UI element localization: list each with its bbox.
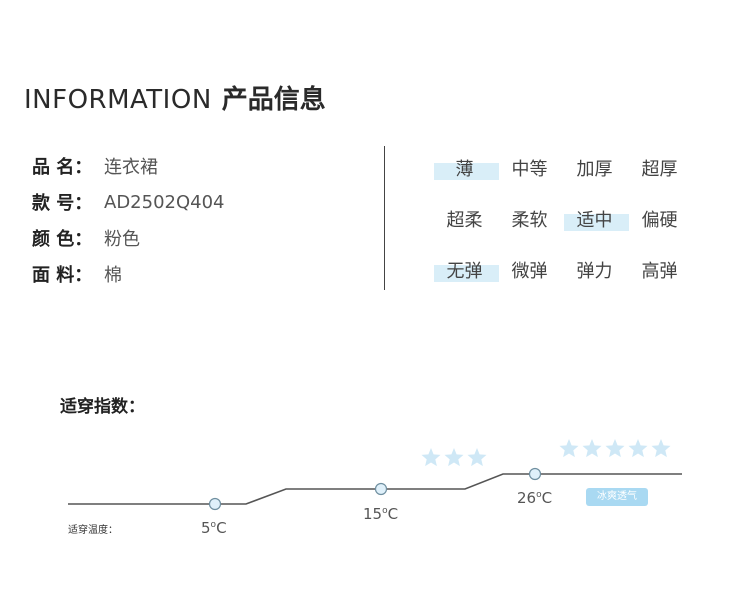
star-icon: [421, 448, 441, 467]
star-icon: [582, 439, 602, 458]
temperature-label: 适穿温度：: [68, 525, 118, 536]
temp-marker-15: [374, 482, 388, 496]
star-icon: [559, 439, 579, 458]
star-icon: [628, 439, 648, 458]
star-icon: [444, 448, 464, 467]
temp-value-5: 5oC: [201, 519, 227, 537]
star-rating-mid: [421, 448, 487, 467]
temp-value-15: 15oC: [363, 505, 399, 523]
star-rating-right: [559, 439, 671, 458]
temp-marker-5: [208, 497, 222, 511]
cooling-badge: 冰爽透气: [586, 488, 648, 506]
star-icon: [467, 448, 487, 467]
temp-marker-26: [528, 467, 542, 481]
star-icon: [651, 439, 671, 458]
star-icon: [605, 439, 625, 458]
temp-value-26: 26oC: [517, 489, 553, 507]
